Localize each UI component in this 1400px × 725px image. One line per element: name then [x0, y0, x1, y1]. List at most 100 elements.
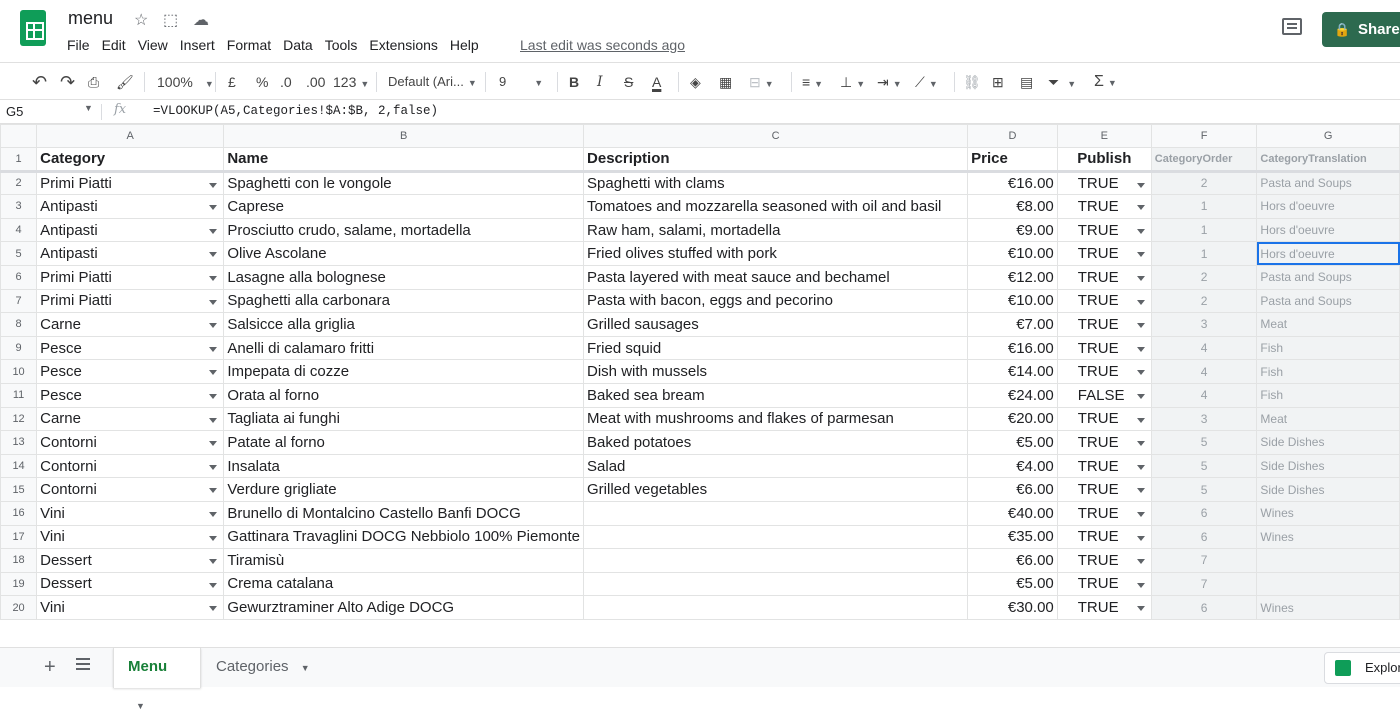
cell-publish[interactable]: TRUE [1056, 264, 1152, 290]
horizontal-align-icon[interactable]: ≡ ▼ [802, 72, 823, 92]
percent-format-button[interactable]: % [256, 72, 268, 92]
cell-category[interactable]: Antipasti [36, 194, 225, 219]
paint-format-icon[interactable]: 🖌 [116, 72, 134, 92]
cell-category[interactable]: Vini [36, 524, 225, 550]
more-formats-button[interactable]: 123 ▼ [333, 72, 369, 92]
row-header[interactable]: 12 [0, 406, 38, 432]
cell-publish[interactable]: TRUE [1056, 359, 1152, 384]
italic-button[interactable]: I [597, 72, 603, 92]
header-cell-name[interactable]: Name [223, 147, 585, 173]
row-header[interactable]: 11 [0, 382, 38, 408]
last-edit-link[interactable]: Last edit was seconds ago [520, 37, 685, 53]
cell-name[interactable]: Insalata [223, 453, 585, 479]
cell-publish[interactable]: TRUE [1056, 241, 1152, 266]
cell-description[interactable] [583, 548, 969, 573]
cell-category-order[interactable]: 6 [1150, 500, 1258, 526]
font-size-select[interactable]: 9 ▼ [499, 72, 543, 92]
row-header[interactable]: 3 [0, 194, 38, 219]
cell-category-order[interactable]: 5 [1150, 453, 1258, 479]
comment-history-icon[interactable] [1282, 18, 1302, 35]
cell-name[interactable]: Caprese [223, 194, 585, 219]
cell-category-order[interactable]: 2 [1150, 288, 1258, 314]
cell-name[interactable]: Salsicce alla griglia [223, 312, 585, 337]
cell-price[interactable]: €4.00 [967, 453, 1058, 479]
cell-price[interactable]: €20.00 [967, 406, 1058, 432]
header-cell-price[interactable]: Price [967, 147, 1058, 173]
cell-category-translation[interactable] [1256, 571, 1400, 597]
cell-price[interactable]: €16.00 [967, 335, 1058, 361]
header-cell-category-translation[interactable]: CategoryTranslation [1256, 147, 1400, 173]
cell-name[interactable]: Spaghetti con le vongole [223, 170, 585, 196]
cell-category-order[interactable]: 5 [1150, 477, 1258, 502]
cell-category[interactable]: Primi Piatti [36, 264, 225, 290]
insert-comment-icon[interactable]: ⊞ [992, 72, 1004, 92]
cell-category-order[interactable]: 7 [1150, 571, 1258, 597]
cell-category-order[interactable]: 5 [1150, 430, 1258, 455]
cell-category[interactable]: Vini [36, 595, 225, 620]
strikethrough-button[interactable]: S [624, 72, 633, 92]
cell-price[interactable]: €35.00 [967, 524, 1058, 550]
add-sheet-icon[interactable]: + [44, 656, 56, 679]
menu-view[interactable]: View [138, 36, 174, 54]
cell-publish[interactable]: TRUE [1056, 524, 1152, 550]
decrease-decimals-button[interactable]: .0 [280, 72, 292, 92]
cell-description[interactable]: Pasta layered with meat sauce and becham… [583, 264, 969, 290]
cell-name[interactable]: Tiramisù [223, 548, 585, 573]
cell-description[interactable]: Spaghetti with clams [583, 170, 969, 196]
column-header-e[interactable]: E [1056, 124, 1152, 148]
cell-category[interactable]: Primi Piatti [36, 288, 225, 314]
cell-category-translation[interactable]: Fish [1256, 335, 1400, 361]
cell-description[interactable]: Baked sea bream [583, 382, 969, 408]
cell-name[interactable]: Verdure grigliate [223, 477, 585, 502]
cell-category-order[interactable]: 2 [1150, 170, 1258, 196]
cell-category[interactable]: Antipasti [36, 241, 225, 266]
cell-category-order[interactable]: 4 [1150, 335, 1258, 361]
cell-publish[interactable]: TRUE [1056, 335, 1152, 361]
column-header-f[interactable]: F [1150, 124, 1258, 148]
name-box[interactable]: G5 [6, 104, 23, 119]
sheets-logo-icon[interactable] [20, 10, 46, 46]
cell-publish[interactable]: TRUE [1056, 194, 1152, 219]
cell-price[interactable]: €10.00 [967, 288, 1058, 314]
cell-category-order[interactable]: 6 [1150, 595, 1258, 620]
text-wrapping-icon[interactable]: ⇥ ▼ [877, 72, 902, 92]
row-header[interactable]: 4 [0, 217, 38, 243]
cell-publish[interactable]: TRUE [1056, 217, 1152, 243]
row-header[interactable]: 10 [0, 359, 38, 384]
cell-description[interactable]: Fried olives stuffed with pork [583, 241, 969, 266]
increase-decimals-button[interactable]: .00 [306, 72, 325, 92]
cell-publish[interactable]: TRUE [1056, 548, 1152, 573]
cell-description[interactable]: Tomatoes and mozzarella seasoned with oi… [583, 194, 969, 219]
zoom-select[interactable]: 100% ▼ [157, 72, 214, 92]
row-header[interactable]: 2 [0, 170, 38, 196]
row-header[interactable]: 16 [0, 500, 38, 526]
cell-category-translation[interactable]: Pasta and Soups [1256, 288, 1400, 314]
name-box-chevron-down-icon[interactable]: ▼ [84, 103, 93, 113]
cell-category[interactable]: Dessert [36, 548, 225, 573]
cell-category-translation[interactable]: Hors d'oeuvre [1256, 194, 1400, 219]
row-header[interactable]: 18 [0, 548, 38, 573]
cell-category-translation[interactable]: Wines [1256, 500, 1400, 526]
column-header-d[interactable]: D [967, 124, 1058, 148]
functions-icon[interactable]: Σ ▼ [1094, 72, 1117, 92]
cell-price[interactable]: €9.00 [967, 217, 1058, 243]
column-header-g[interactable]: G [1256, 124, 1400, 148]
cell-category-order[interactable]: 3 [1150, 312, 1258, 337]
cell-category-translation[interactable]: Side Dishes [1256, 430, 1400, 455]
cell-category-order[interactable]: 1 [1150, 241, 1258, 266]
cell-publish[interactable]: TRUE [1056, 312, 1152, 337]
cell-category-translation[interactable] [1256, 548, 1400, 573]
corner-select-all[interactable] [0, 124, 38, 148]
cell-category-translation[interactable]: Pasta and Soups [1256, 264, 1400, 290]
redo-icon[interactable]: ↷ [60, 72, 75, 92]
cell-name[interactable]: Gattinara Travaglini DOCG Nebbiolo 100% … [223, 524, 585, 550]
all-sheets-menu-icon[interactable] [76, 658, 90, 670]
cell-category[interactable]: Contorni [36, 453, 225, 479]
cell-publish[interactable]: TRUE [1056, 571, 1152, 597]
row-header[interactable]: 17 [0, 524, 38, 550]
row-header[interactable]: 6 [0, 264, 38, 290]
cell-category[interactable]: Antipasti [36, 217, 225, 243]
menu-extensions[interactable]: Extensions [369, 36, 443, 54]
cell-category-translation[interactable]: Side Dishes [1256, 477, 1400, 502]
cell-category[interactable]: Contorni [36, 430, 225, 455]
